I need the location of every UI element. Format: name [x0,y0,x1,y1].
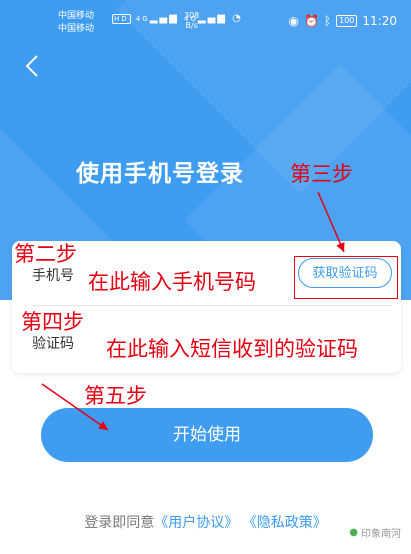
divider [32,305,392,306]
speed-value: 308 [184,11,200,20]
watermark-label: 印象南河 [361,529,401,540]
signal-icon: ▂▄▆ [149,13,179,24]
agreement-prefix: 登录即同意 [84,515,155,531]
hd-badge: HD [112,14,131,24]
phone-label: 手机号 [32,268,74,284]
start-button[interactable]: 开始使用 [41,408,373,462]
annotation-step3: 第三步 [290,162,353,186]
bluetooth-icon: ᛒ [323,14,332,28]
battery-icon: 100 [336,15,358,27]
carrier-label: 中国移动 [58,11,95,21]
wechat-icon: ● [349,527,358,538]
annotation-step4: 第四步 [21,310,84,334]
network-speed: 308 B/s [184,11,199,31]
privacy-policy-link[interactable]: 《隐私政策》 [243,515,327,531]
annotation-highlight-box [294,256,398,299]
clock: 11:20 [362,14,397,28]
annotation-step2-text: 在此输入手机号码 [88,270,256,294]
watermark: ● 印象南河 [349,525,401,540]
annotation-step4-text: 在此输入短信收到的验证码 [106,337,358,361]
network-type: 4G [135,15,150,23]
speed-unit: B/s [185,21,198,30]
status-bar: 中国移动 中国移动 HD 4G▂▄▆ 4G▂▄▆ ◔ 308 B/s ◉ ⏰ ᛒ… [0,0,411,40]
annotation-step2: 第二步 [14,242,77,266]
alarm-icon: ⏰ [303,14,319,28]
page-title: 使用手机号登录 [76,161,244,187]
wifi-icon: ◔ [232,13,243,24]
status-right: ◉ ⏰ ᛒ 100 11:20 [288,14,397,28]
signal-icon: ▂▄▆ [197,13,227,24]
network-icons: HD 4G▂▄▆ 4G▂▄▆ ◔ [112,13,243,24]
code-label: 验证码 [32,336,74,352]
eye-icon: ◉ [288,14,299,28]
annotation-step5: 第五步 [84,384,147,408]
carrier-label: 中国移动 [58,24,95,34]
back-icon[interactable] [22,54,44,78]
user-agreement-link[interactable]: 《用户协议》 [154,515,238,531]
